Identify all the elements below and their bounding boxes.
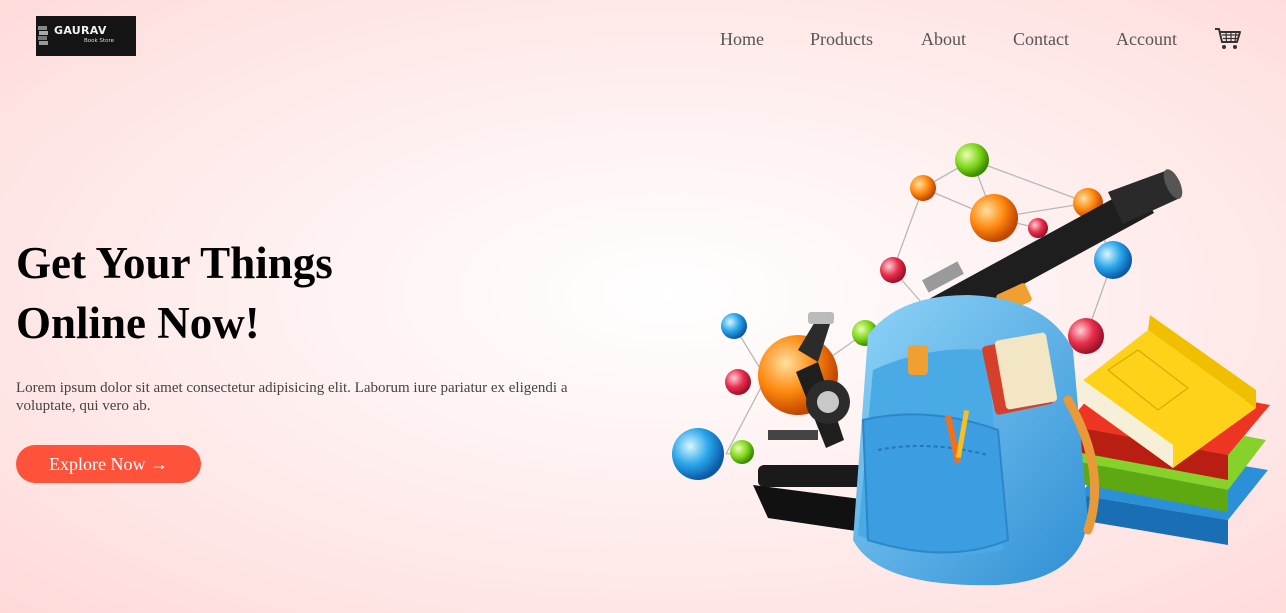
nav-link-home[interactable]: Home bbox=[720, 28, 764, 50]
school-supplies-illustration bbox=[672, 143, 1270, 586]
microscope bbox=[753, 312, 868, 532]
nav-link-about[interactable]: About bbox=[921, 28, 966, 50]
hero-title: Get Your Things Online Now! bbox=[16, 233, 436, 353]
nav-link-account[interactable]: Account bbox=[1116, 28, 1177, 50]
backpack bbox=[853, 295, 1100, 586]
main-nav: Home Products About Contact Account bbox=[0, 28, 1286, 52]
navbar: GAURAV Book Store Home Products About Co… bbox=[0, 0, 1286, 80]
shopping-cart-icon[interactable] bbox=[1214, 26, 1242, 50]
nav-link-contact[interactable]: Contact bbox=[1013, 28, 1069, 50]
nav-link-products[interactable]: Products bbox=[810, 28, 873, 50]
explore-now-button[interactable]: Explore Now → bbox=[16, 445, 201, 483]
hero-title-line-2: Online Now! bbox=[16, 298, 260, 348]
hero-title-line-1: Get Your Things bbox=[16, 238, 333, 288]
hero-description: Lorem ipsum dolor sit amet consectetur a… bbox=[16, 380, 568, 414]
